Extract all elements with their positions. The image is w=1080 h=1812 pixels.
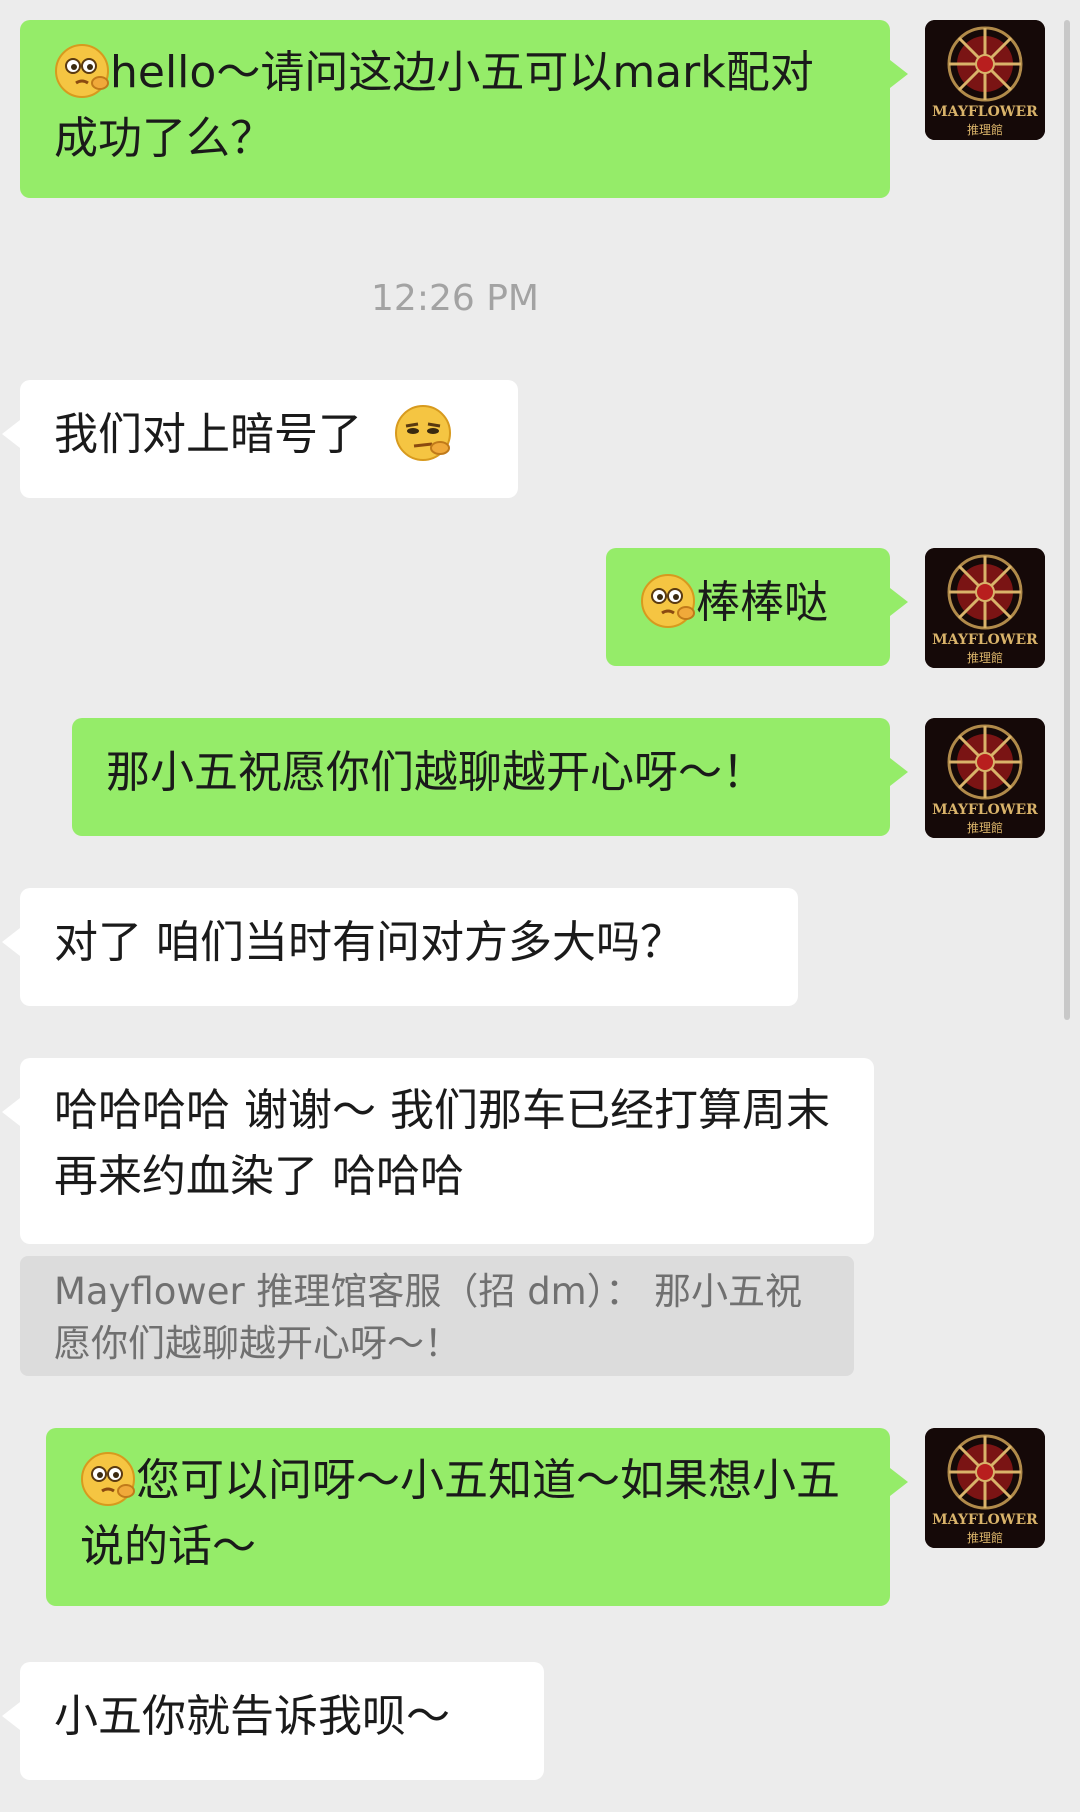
quoted-message[interactable]: Mayflower 推理馆客服（招 dm）： 那小五祝愿你们越聊越开心呀～！ [20, 1256, 854, 1376]
avatar-text-line2: 推理館 [967, 820, 1003, 835]
avatar[interactable]: MAYFLOWER 推理館 [925, 20, 1045, 140]
avatar-text-line2: 推理館 [967, 1530, 1003, 1545]
message-bubble-outgoing[interactable]: 您可以问呀～小五知道～如果想小五说的话～ [46, 1428, 908, 1606]
message-bubble-incoming[interactable]: 小五你就告诉我呗～ [2, 1662, 544, 1780]
avatar-text-line1: MAYFLOWER [932, 802, 1038, 818]
avatar-text-line2: 推理館 [967, 650, 1003, 665]
avatar[interactable]: MAYFLOWER 推理館 [925, 718, 1045, 838]
message-bubble-outgoing[interactable]: 那小五祝愿你们越聊越开心呀～！ [72, 718, 908, 836]
message-text: 哈哈哈哈 谢谢～ 我们那车已经打算周末再来约血染了 哈哈哈 [54, 1085, 830, 1202]
avatar[interactable]: MAYFLOWER 推理館 [925, 1428, 1045, 1548]
thinking-face-icon [54, 43, 110, 99]
message-bubble-incoming[interactable]: 对了 咱们当时有问对方多大吗？ [2, 888, 798, 1006]
message-text: 您可以问呀～小五知道～如果想小五说的话～ [80, 1455, 840, 1572]
timestamp: 12:26 PM [371, 278, 539, 319]
avatar[interactable]: MAYFLOWER 推理館 [925, 548, 1045, 668]
thinking-face-icon [640, 573, 696, 629]
message-bubble-outgoing[interactable]: 棒棒哒 [606, 548, 908, 666]
thinking-face-icon [80, 1451, 136, 1507]
message-bubble-incoming[interactable]: 哈哈哈哈 谢谢～ 我们那车已经打算周末再来约血染了 哈哈哈 [2, 1058, 874, 1244]
avatar-text-line1: MAYFLOWER [932, 1512, 1038, 1528]
message-text: 对了 咱们当时有问对方多大吗？ [54, 917, 684, 968]
smug-face-icon [394, 404, 452, 462]
message-bubble-outgoing[interactable]: hello～请问这边小五可以mark配对成功了么？ [20, 20, 908, 198]
message-text: 那小五祝愿你们越聊越开心呀～！ [106, 747, 766, 798]
scrollbar[interactable] [1064, 20, 1070, 1020]
message-text: 棒棒哒 [696, 577, 828, 628]
avatar-text-line1: MAYFLOWER [932, 104, 1038, 120]
message-text: 小五你就告诉我呗～ [54, 1691, 450, 1742]
message-bubble-incoming[interactable]: 我们对上暗号了 [2, 380, 518, 498]
quoted-message-text: Mayflower 推理馆客服（招 dm）： 那小五祝愿你们越聊越开心呀～！ [54, 1270, 802, 1365]
avatar-text-line2: 推理館 [967, 122, 1003, 137]
message-text: hello～请问这边小五可以mark配对成功了么？ [54, 47, 814, 164]
avatar-text-line1: MAYFLOWER [932, 632, 1038, 648]
message-text: 我们对上暗号了 [54, 409, 362, 460]
